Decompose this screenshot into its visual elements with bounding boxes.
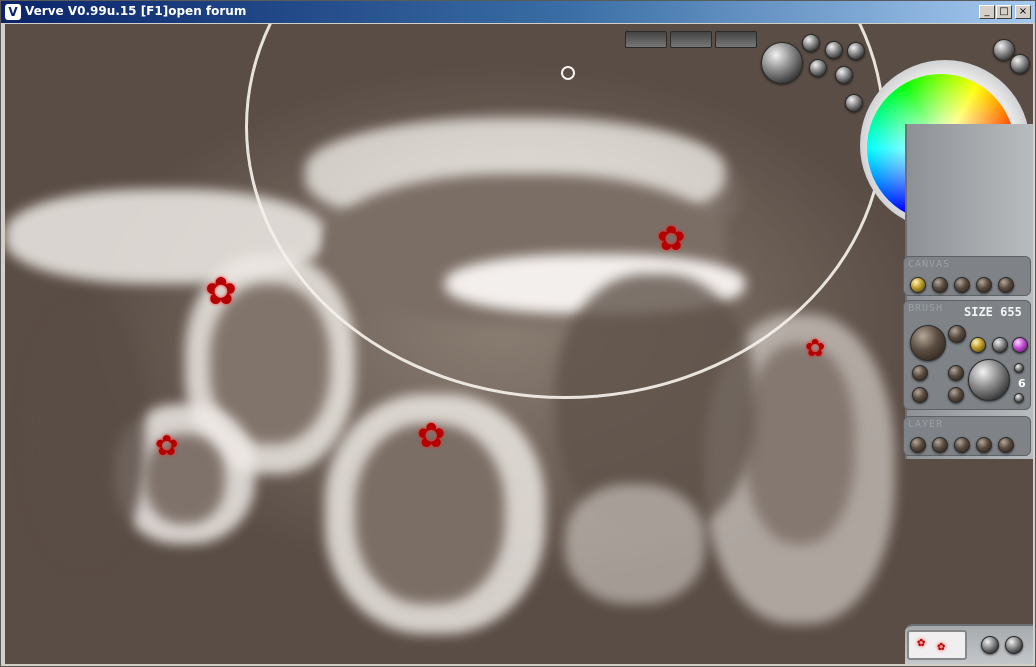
app-window: V Verve V0.99u.15 [F1]open forum _ □ × ✿… xyxy=(0,0,1036,667)
tool-knob[interactable] xyxy=(847,42,865,60)
brush-knob[interactable] xyxy=(948,387,964,403)
brush-size-knob[interactable] xyxy=(910,325,946,361)
paint-stroke xyxy=(745,344,855,544)
tool-knob[interactable] xyxy=(835,66,853,84)
brush-knob[interactable] xyxy=(1014,363,1024,373)
thumbnail-splat: ✿ xyxy=(917,638,926,649)
layer-knob[interactable] xyxy=(998,437,1014,453)
canvas-knob[interactable] xyxy=(910,277,926,293)
brush-section: BRUSH SIZE 655 6 xyxy=(903,300,1031,410)
layer-knob[interactable] xyxy=(976,437,992,453)
tool-panel: CANVAS BRUSH SIZE 655 6 LAYER xyxy=(903,24,1033,664)
brush-knob[interactable] xyxy=(970,337,986,353)
verve-app-icon[interactable]: V xyxy=(5,4,21,20)
red-paint-splat: ✿ xyxy=(417,416,446,456)
tool-knob[interactable] xyxy=(845,94,863,112)
brush-section-label: BRUSH xyxy=(908,303,944,314)
layer-knob[interactable] xyxy=(954,437,970,453)
minimize-button[interactable]: _ xyxy=(979,5,995,19)
tool-knob[interactable] xyxy=(809,59,827,77)
tool-knob[interactable] xyxy=(825,41,843,59)
red-paint-splat: ✿ xyxy=(805,334,826,362)
brush-knob[interactable] xyxy=(948,325,966,343)
brush-knob[interactable] xyxy=(912,387,928,403)
tool-knob[interactable] xyxy=(802,34,820,52)
canvas-knob[interactable] xyxy=(976,277,992,293)
brush-knob[interactable] xyxy=(948,365,964,381)
tray-knob[interactable] xyxy=(981,636,999,654)
brush-knob[interactable] xyxy=(1012,337,1028,353)
layer-section-label: LAYER xyxy=(908,419,944,430)
tray-knob[interactable] xyxy=(1005,636,1023,654)
title-bar[interactable]: V Verve V0.99u.15 [F1]open forum _ □ × xyxy=(1,1,1035,23)
toolbar-slot[interactable] xyxy=(670,31,712,48)
brush-knob[interactable] xyxy=(912,365,928,381)
close-button[interactable]: × xyxy=(1015,5,1031,19)
paint-stroke xyxy=(25,304,145,564)
layer-knob[interactable] xyxy=(932,437,948,453)
maximize-button[interactable]: □ xyxy=(996,5,1012,19)
brush-layer-number: 6 xyxy=(1018,377,1026,390)
layer-knob[interactable] xyxy=(910,437,926,453)
brush-cursor xyxy=(561,66,575,80)
thumbnail-splat: ✿ xyxy=(937,642,946,653)
painting-canvas[interactable]: ✿ ✿ ✿ ✿ ✿ CANVAS BRUSH SIZE 655 6 LAYER … xyxy=(5,24,1033,664)
layer-section: LAYER xyxy=(903,416,1031,456)
brush-opacity-knob[interactable] xyxy=(968,359,1010,401)
canvas-knob[interactable] xyxy=(998,277,1014,293)
brush-size-readout: SIZE 655 xyxy=(964,305,1022,319)
canvas-section: CANVAS xyxy=(903,256,1031,296)
canvas-section-label: CANVAS xyxy=(908,259,951,270)
toolbar-slot[interactable] xyxy=(715,31,757,48)
canvas-knob[interactable] xyxy=(954,277,970,293)
paint-stroke xyxy=(565,484,705,604)
brush-knob[interactable] xyxy=(992,337,1008,353)
window-title: Verve V0.99u.15 [F1]open forum xyxy=(25,4,247,18)
canvas-knob[interactable] xyxy=(932,277,948,293)
red-paint-splat: ✿ xyxy=(205,269,237,313)
brush-knob[interactable] xyxy=(1014,393,1024,403)
canvas-thumbnail[interactable]: ✿ ✿ xyxy=(907,630,967,660)
toolbar-slot[interactable] xyxy=(625,31,667,48)
main-dial-knob[interactable] xyxy=(761,42,803,84)
red-paint-splat: ✿ xyxy=(155,429,179,462)
